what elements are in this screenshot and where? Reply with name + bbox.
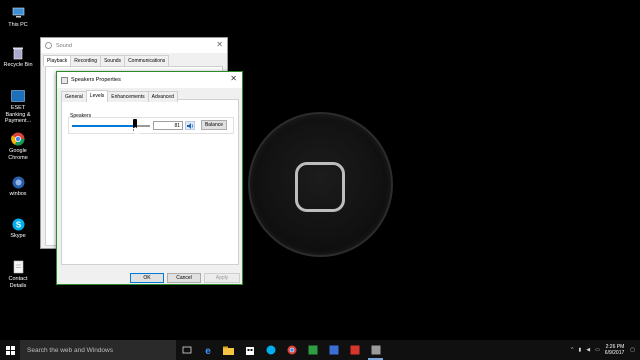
taskbar-chrome[interactable] (281, 340, 302, 360)
chrome-icon (287, 345, 296, 355)
store-icon (245, 347, 254, 355)
level-value-field[interactable]: 81 (153, 121, 183, 130)
taskbar: Search the web and Windows e ^ ▮ ◀ ▭ 2:2… (0, 340, 640, 360)
desktop-icon-contact-details[interactable]: Contact Details (2, 260, 34, 289)
clock-date: 6/9/2017 (604, 350, 625, 356)
blue-app-icon (329, 345, 338, 355)
computer-icon (11, 6, 25, 20)
speakers-properties-window: Speakers Properties ✕ General Levels Enh… (56, 71, 243, 285)
desktop-icon-winbox[interactable]: winbox (2, 175, 34, 198)
taskbar-file-explorer[interactable] (218, 340, 239, 360)
red-app-icon (350, 345, 359, 355)
taskbar-app-green[interactable] (302, 340, 323, 360)
tab-recording[interactable]: Recording (70, 55, 102, 66)
mute-toggle-button[interactable] (185, 121, 195, 130)
taskbar-clock[interactable]: 2:26 PM 6/9/2017 (605, 344, 624, 356)
desktop-icon-label: This PC (8, 22, 28, 28)
tab-general[interactable]: General (61, 91, 87, 102)
desktop-icon-label: Google Chrome (8, 148, 28, 161)
speaker-icon (45, 42, 52, 49)
tab-levels[interactable]: Levels (85, 90, 109, 102)
tab-playback[interactable]: Playback (43, 55, 72, 66)
folder-icon (223, 346, 234, 355)
device-label: Speakers (70, 113, 92, 119)
network-icon[interactable]: ▮ (578, 347, 581, 353)
desktop-icon-label: Recycle Bin (3, 62, 33, 68)
balance-button[interactable]: Balance (201, 120, 227, 130)
eset-icon (11, 89, 25, 103)
keyboard-icon[interactable]: ▭ (595, 347, 600, 353)
start-button[interactable] (0, 340, 20, 360)
desktop-icon-eset[interactable]: ESET Banking & Payment... (2, 89, 34, 125)
svg-text:e: e (205, 346, 211, 355)
home-square-icon (295, 162, 345, 212)
desktop-icon-label: winbox (9, 191, 27, 197)
tab-advanced[interactable]: Advanced (147, 91, 178, 102)
recycle-bin-icon (11, 46, 25, 60)
task-view-icon (182, 346, 191, 354)
taskbar-store[interactable] (239, 340, 260, 360)
control-panel-icon (371, 345, 380, 355)
speaker-volume-icon (186, 122, 193, 129)
apply-button[interactable]: Apply (204, 273, 240, 283)
desktop-icon-this-pc[interactable]: This PC (2, 6, 34, 29)
taskbar-app-blue[interactable] (323, 340, 344, 360)
tab-sounds[interactable]: Sounds (100, 55, 126, 66)
system-tray: ^ ▮ ◀ ▭ 2:26 PM 6/9/2017 ▢ (571, 340, 640, 360)
volume-slider-fill (72, 125, 136, 127)
desktop-icon-skype[interactable]: S Skype (2, 217, 34, 240)
skype-icon: S (11, 217, 25, 231)
speaker-icon (61, 76, 68, 84)
taskbar-skype[interactable] (260, 340, 281, 360)
ok-button[interactable]: OK (130, 273, 164, 283)
task-view-button[interactable] (176, 340, 197, 360)
taskbar-app-red[interactable] (344, 340, 365, 360)
cancel-button[interactable]: Cancel (167, 273, 201, 283)
taskbar-sound-settings[interactable] (365, 340, 386, 360)
tab-enhancements[interactable]: Enhancements (107, 91, 149, 102)
taskbar-edge[interactable]: e (197, 340, 218, 360)
close-icon[interactable]: ✕ (216, 40, 223, 49)
desktop-icon-label: ESET Banking & Payment... (4, 105, 32, 124)
speakers-tabs: General Levels Enhancements Advanced (57, 90, 242, 102)
notifications-icon[interactable]: ▢ (630, 347, 635, 353)
volume-icon[interactable]: ◀ (586, 347, 590, 353)
desktop-icon-chrome[interactable]: Google Chrome (2, 132, 34, 161)
winbox-icon (11, 175, 25, 189)
green-app-icon (308, 345, 317, 355)
close-icon[interactable]: ✕ (230, 74, 237, 83)
desktop-icon-label: Contact Details (8, 276, 28, 289)
desktop-icon-recycle-bin[interactable]: Recycle Bin (2, 46, 34, 69)
svg-text:S: S (15, 220, 21, 229)
speakers-titlebar[interactable]: Speakers Properties (57, 72, 242, 88)
document-icon (11, 260, 25, 274)
edge-icon: e (205, 346, 211, 355)
desktop-icon-label: Skype (10, 233, 26, 239)
levels-tab-panel: Speakers 81 Balance (61, 99, 239, 265)
speakers-window-title: Speakers Properties (71, 77, 121, 83)
tab-communications[interactable]: Communications (124, 55, 170, 66)
chrome-icon (11, 132, 25, 146)
windows-logo-icon (5, 345, 15, 355)
taskbar-search-box[interactable]: Search the web and Windows (20, 340, 176, 360)
sound-titlebar[interactable]: Sound (41, 38, 227, 53)
sound-tabs: Playback Recording Sounds Communications (41, 55, 227, 66)
sound-window-title: Sound (56, 42, 72, 49)
show-hidden-icons-icon[interactable]: ^ (571, 347, 573, 353)
skype-icon (266, 345, 275, 355)
